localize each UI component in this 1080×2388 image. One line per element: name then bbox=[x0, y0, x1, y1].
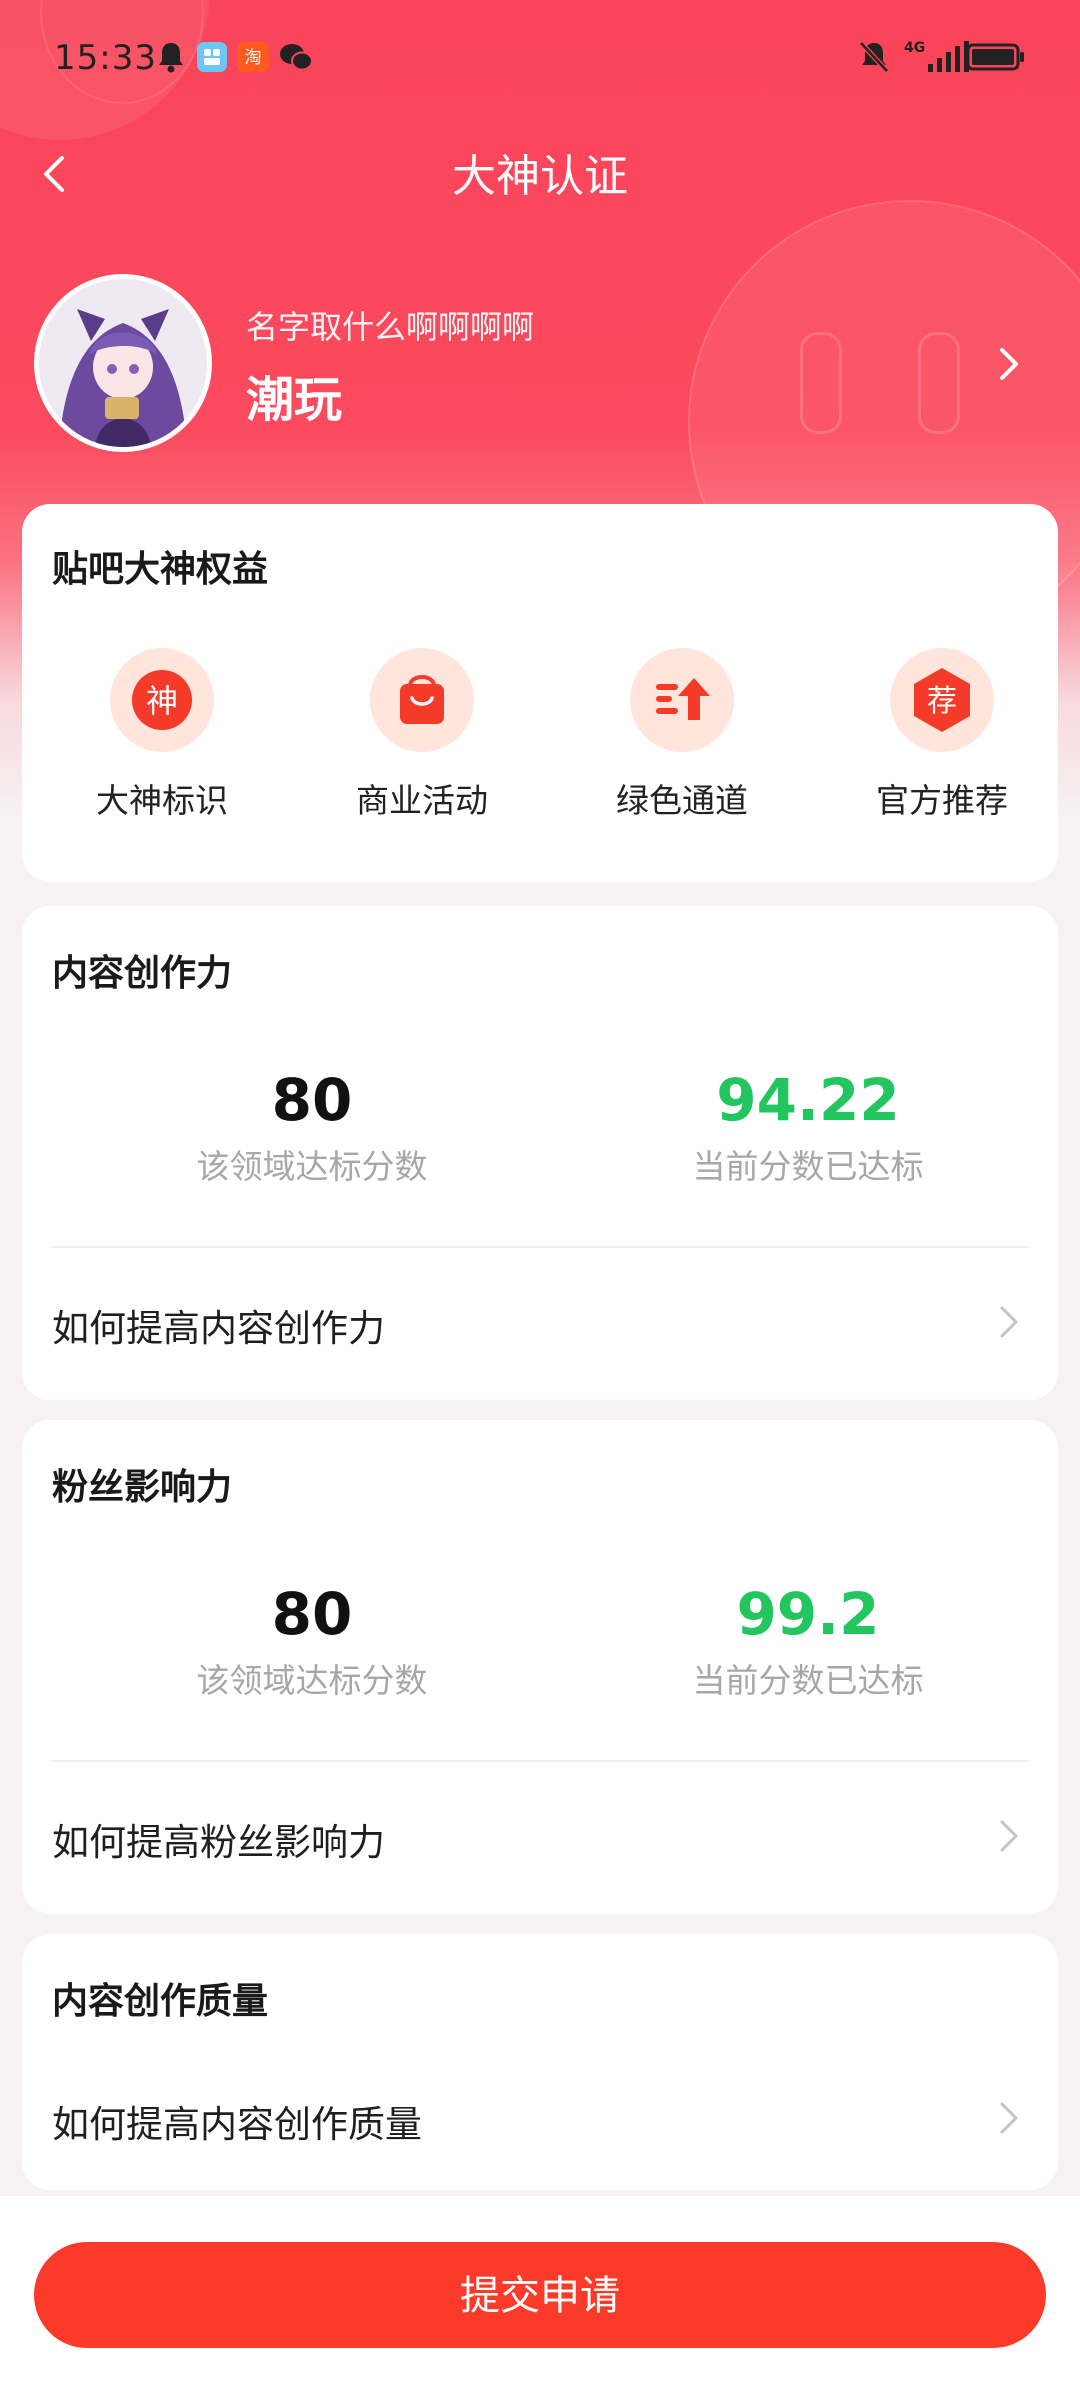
chevron-right-icon[interactable] bbox=[994, 2098, 1022, 2138]
notification-bell-icon bbox=[159, 43, 183, 73]
benefit-item-dashen-badge[interactable]: 神 大神标识 bbox=[52, 648, 272, 822]
mute-bell-icon bbox=[859, 41, 889, 73]
current-score-value: 94.22 bbox=[716, 1066, 900, 1134]
content-creation-card: 内容创作力 80 该领域达标分数 94.22 当前分数已达标 如何提高内容创作力 bbox=[22, 906, 1058, 1400]
svg-text:淘: 淘 bbox=[245, 48, 262, 68]
current-score-value: 99.2 bbox=[736, 1580, 880, 1648]
chevron-right-icon[interactable] bbox=[990, 342, 1030, 386]
target-score-value: 80 bbox=[271, 1066, 353, 1134]
current-score-block: 99.2 当前分数已达标 bbox=[628, 1582, 988, 1702]
svg-text:神: 神 bbox=[146, 682, 178, 720]
battery-icon bbox=[966, 43, 1024, 71]
benefit-label: 绿色通道 bbox=[616, 781, 748, 820]
avatar[interactable] bbox=[34, 274, 212, 452]
section-title: 内容创作质量 bbox=[52, 1981, 269, 2022]
divider bbox=[52, 1760, 1028, 1762]
svg-text:荐: 荐 bbox=[927, 684, 957, 719]
shopping-bag-icon bbox=[400, 675, 444, 724]
profile-role: 潮玩 bbox=[246, 372, 343, 428]
current-score-caption: 当前分数已达标 bbox=[692, 1661, 924, 1700]
target-score-block: 80 该领域达标分数 bbox=[132, 1068, 492, 1188]
profile-nickname: 名字取什么啊啊啊啊 bbox=[246, 308, 535, 346]
taobao-icon: 淘 bbox=[237, 42, 269, 72]
benefits-card: 贴吧大神权益 神 大神标识 商业活动 绿色通道 荐 官方推荐 bbox=[22, 504, 1058, 882]
target-score-caption: 该领域达标分数 bbox=[196, 1661, 428, 1700]
target-score-caption: 该领域达标分数 bbox=[196, 1147, 428, 1186]
status-bar: 15:33 淘 4G bbox=[0, 0, 1080, 120]
benefit-item-business[interactable]: 商业活动 bbox=[312, 648, 532, 822]
current-score-block: 94.22 当前分数已达标 bbox=[628, 1068, 988, 1188]
section-title: 内容创作力 bbox=[52, 953, 233, 994]
submit-application-button[interactable]: 提交申请 bbox=[34, 2242, 1046, 2348]
target-score-value: 80 bbox=[271, 1580, 353, 1648]
section-title: 粉丝影响力 bbox=[52, 1467, 233, 1508]
current-score-caption: 当前分数已达标 bbox=[692, 1147, 924, 1186]
benefit-item-fast-track[interactable]: 绿色通道 bbox=[572, 648, 792, 822]
shen-badge-icon: 神 bbox=[132, 670, 192, 730]
benefits-title: 贴吧大神权益 bbox=[52, 549, 269, 590]
wechat-icon bbox=[280, 44, 313, 71]
chevron-right-icon[interactable] bbox=[994, 1302, 1022, 1342]
improve-fan-influence-link[interactable]: 如何提高粉丝影响力 bbox=[52, 1812, 385, 1866]
fast-track-icon bbox=[656, 678, 710, 720]
benefit-label: 商业活动 bbox=[356, 781, 488, 820]
benefit-label: 大神标识 bbox=[96, 781, 228, 820]
improve-content-quality-link[interactable]: 如何提高内容创作质量 bbox=[52, 2094, 422, 2148]
page-title: 大神认证 bbox=[452, 151, 628, 202]
recommend-badge-icon: 荐 bbox=[914, 668, 970, 732]
app-notification-icon bbox=[197, 42, 227, 72]
network-type-label: 4G bbox=[904, 40, 926, 56]
chevron-right-icon[interactable] bbox=[994, 1816, 1022, 1856]
status-time: 15:33 bbox=[54, 38, 157, 78]
benefit-label: 官方推荐 bbox=[876, 781, 1008, 820]
benefit-item-recommend[interactable]: 荐 官方推荐 bbox=[832, 648, 1052, 822]
divider bbox=[52, 1246, 1028, 1248]
bottom-action-bar: 提交申请 bbox=[0, 2196, 1080, 2388]
improve-content-creation-link[interactable]: 如何提高内容创作力 bbox=[52, 1298, 385, 1352]
fan-influence-card: 粉丝影响力 80 该领域达标分数 99.2 当前分数已达标 如何提高粉丝影响力 bbox=[22, 1420, 1058, 1914]
target-score-block: 80 该领域达标分数 bbox=[132, 1582, 492, 1702]
signal-strength-icon bbox=[928, 41, 969, 72]
content-quality-card: 内容创作质量 如何提高内容创作质量 bbox=[22, 1934, 1058, 2190]
